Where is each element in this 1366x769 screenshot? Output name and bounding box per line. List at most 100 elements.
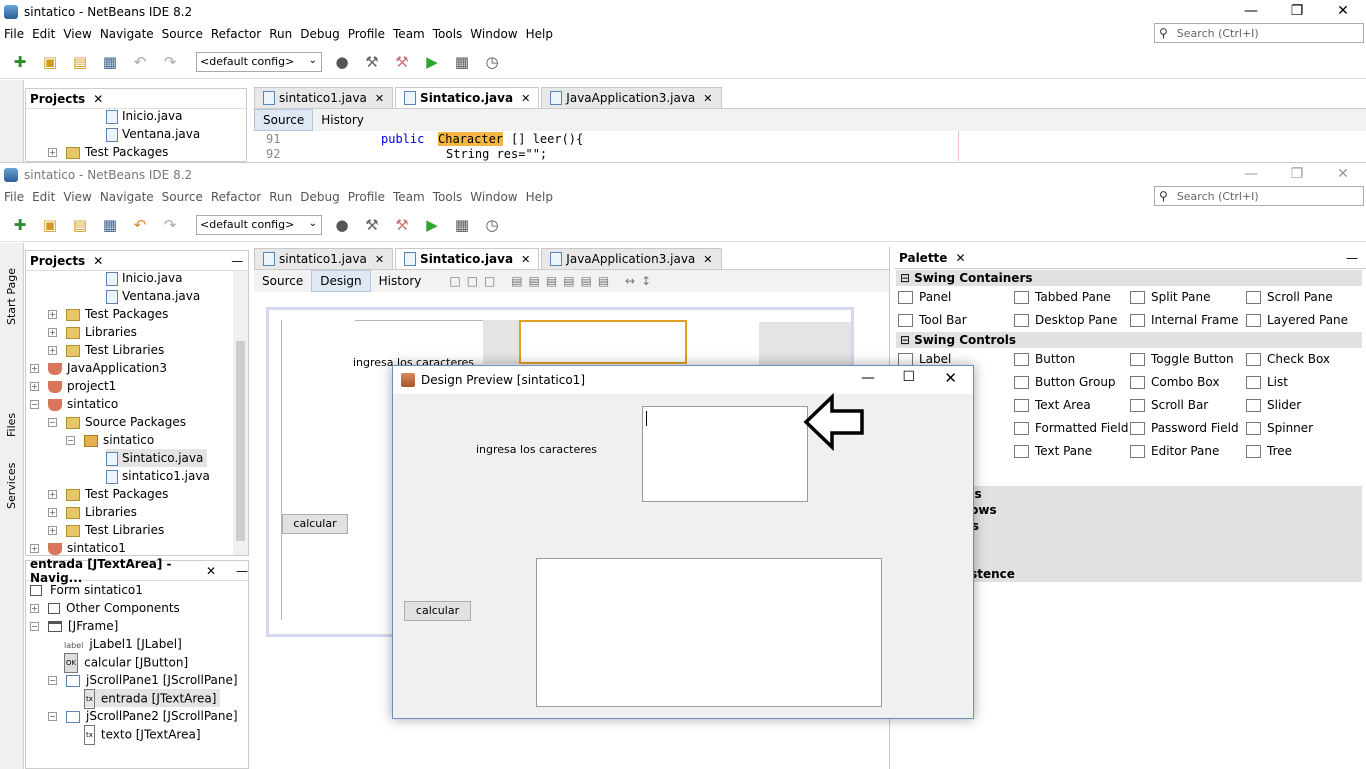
- palette-item[interactable]: Combo Box: [1130, 372, 1220, 392]
- nav-item[interactable]: Other Components: [66, 601, 180, 615]
- restore-icon[interactable]: ❐: [1274, 0, 1320, 23]
- close-icon[interactable]: ✕: [375, 253, 384, 266]
- run-icon[interactable]: ▶: [420, 214, 444, 236]
- palette-item[interactable]: Button Group: [1014, 372, 1116, 392]
- palette-category-swing-containers[interactable]: ⊟ Swing Containers: [896, 270, 1362, 286]
- profile-icon[interactable]: ◷: [480, 51, 504, 73]
- palette-item[interactable]: Layered Pane: [1246, 310, 1348, 330]
- palette-item[interactable]: Check Box: [1246, 349, 1330, 369]
- tree-item[interactable]: project1: [67, 379, 116, 393]
- tree-item[interactable]: Test Libraries: [85, 523, 164, 537]
- save-all-icon[interactable]: ▦: [98, 51, 122, 73]
- menu-tools[interactable]: Tools: [429, 27, 467, 41]
- menu-refactor[interactable]: Refactor: [207, 27, 265, 41]
- tab-sintatico[interactable]: Sintatico.java ✕: [395, 248, 540, 269]
- redo-icon[interactable]: ↷: [158, 214, 182, 236]
- side-tab-files[interactable]: Files: [5, 413, 18, 437]
- expand-icon[interactable]: +: [48, 328, 57, 337]
- menu-tools[interactable]: Tools: [429, 190, 467, 204]
- scrollbar[interactable]: [233, 271, 248, 555]
- minimize-icon[interactable]: —: [1228, 0, 1274, 23]
- expand-icon[interactable]: +: [48, 310, 57, 319]
- palette-item[interactable]: Scroll Bar: [1130, 395, 1208, 415]
- menu-profile[interactable]: Profile: [344, 27, 389, 41]
- tree-item[interactable]: Inicio.java: [122, 271, 183, 285]
- expand-icon[interactable]: +: [48, 346, 57, 355]
- design-toolbar-icons[interactable]: □□□ ▤▤▤▤▤▤ ↔↕: [449, 274, 657, 288]
- close-icon[interactable]: ✕: [944, 369, 957, 387]
- minimize-icon[interactable]: —: [1228, 163, 1274, 186]
- entrada-textarea[interactable]: [642, 406, 808, 502]
- menu-file[interactable]: File: [0, 190, 28, 204]
- undo-icon[interactable]: ↶: [128, 51, 152, 73]
- tree-item[interactable]: Test Libraries: [85, 343, 164, 357]
- palette-item[interactable]: Panel: [898, 287, 951, 307]
- menu-team[interactable]: Team: [389, 27, 429, 41]
- collapse-icon[interactable]: −: [48, 418, 57, 427]
- palette-item[interactable]: Split Pane: [1130, 287, 1210, 307]
- debug-icon[interactable]: ▦: [450, 214, 474, 236]
- tree-item[interactable]: Test Packages: [85, 145, 168, 159]
- close-icon[interactable]: ✕: [955, 251, 965, 265]
- palette-item[interactable]: Editor Pane: [1130, 441, 1219, 461]
- close-icon[interactable]: ✕: [1320, 0, 1366, 23]
- tree-item[interactable]: Ventana.java: [122, 127, 200, 141]
- nav-item[interactable]: Form sintatico1: [50, 583, 143, 597]
- expand-icon[interactable]: +: [30, 604, 39, 613]
- tree-item[interactable]: sintatico1.java: [122, 469, 210, 483]
- new-project-icon[interactable]: ▣: [38, 214, 62, 236]
- palette-item[interactable]: List: [1246, 372, 1288, 392]
- new-file-icon[interactable]: ✚: [8, 51, 32, 73]
- palette-item[interactable]: Spinner: [1246, 418, 1313, 438]
- nav-item[interactable]: calcular [JButton]: [84, 656, 188, 670]
- minimize-icon[interactable]: —: [861, 370, 875, 386]
- close-icon[interactable]: ✕: [93, 92, 103, 106]
- palette-item[interactable]: Toggle Button: [1130, 349, 1234, 369]
- open-project-icon[interactable]: ▤: [68, 214, 92, 236]
- menu-debug[interactable]: Debug: [296, 190, 343, 204]
- menu-edit[interactable]: Edit: [28, 27, 59, 41]
- menu-edit[interactable]: Edit: [28, 190, 59, 204]
- menu-view[interactable]: View: [59, 190, 95, 204]
- close-icon[interactable]: ✕: [521, 92, 530, 105]
- nav-item-selected[interactable]: entrada [JTextArea]: [101, 692, 217, 706]
- tree-item-selected[interactable]: Sintatico.java: [122, 451, 203, 465]
- nav-item[interactable]: jScrollPane1 [JScrollPane]: [86, 673, 238, 687]
- menu-navigate[interactable]: Navigate: [96, 27, 158, 41]
- palette-item[interactable]: Text Area: [1014, 395, 1091, 415]
- menu-refactor[interactable]: Refactor: [207, 190, 265, 204]
- menu-team[interactable]: Team: [389, 190, 429, 204]
- palette-item[interactable]: Text Pane: [1014, 441, 1092, 461]
- collapse-icon[interactable]: −: [30, 622, 39, 631]
- close-icon[interactable]: ✕: [521, 253, 530, 266]
- palette-item[interactable]: Formatted Field: [1014, 418, 1129, 438]
- menu-source[interactable]: Source: [158, 190, 207, 204]
- collapse-icon[interactable]: −: [30, 400, 39, 409]
- new-file-icon[interactable]: ✚: [8, 214, 32, 236]
- tree-item[interactable]: sintatico: [67, 397, 118, 411]
- tree-item[interactable]: Ventana.java: [122, 289, 200, 303]
- palette-item[interactable]: Tool Bar: [898, 310, 967, 330]
- expand-icon[interactable]: +: [30, 544, 39, 553]
- palette-item[interactable]: Tree: [1246, 441, 1292, 461]
- collapse-icon[interactable]: −: [48, 676, 57, 685]
- minimize-panel-icon[interactable]: —: [1346, 251, 1358, 265]
- clean-build-icon[interactable]: ⚒: [390, 51, 414, 73]
- minimize-panel-icon[interactable]: —: [236, 564, 248, 578]
- tree-item[interactable]: sintatico: [103, 433, 154, 447]
- globe-icon[interactable]: ●: [330, 214, 354, 236]
- debug-icon[interactable]: ▦: [450, 51, 474, 73]
- clean-build-icon[interactable]: ⚒: [390, 214, 414, 236]
- nav-item[interactable]: jScrollPane2 [JScrollPane]: [86, 709, 238, 723]
- menu-debug[interactable]: Debug: [296, 27, 343, 41]
- new-project-icon[interactable]: ▣: [38, 51, 62, 73]
- tree-item[interactable]: Libraries: [85, 505, 137, 519]
- form-calcular-button[interactable]: calcular: [282, 514, 348, 534]
- subtab-source[interactable]: Source: [254, 109, 314, 131]
- tab-sintatico1[interactable]: sintatico1.java ✕: [254, 248, 394, 269]
- expand-icon[interactable]: +: [30, 382, 39, 391]
- close-icon[interactable]: ✕: [375, 92, 384, 105]
- palette-item[interactable]: Slider: [1246, 395, 1301, 415]
- palette-item[interactable]: Internal Frame: [1130, 310, 1238, 330]
- minimize-panel-icon[interactable]: —: [231, 254, 243, 268]
